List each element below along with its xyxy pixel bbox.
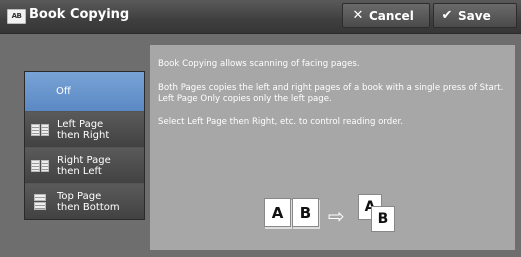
book-top-bottom-icon [34,193,46,210]
save-button[interactable]: ✔ Save [433,3,517,28]
option-off-label: Off [56,86,71,97]
title-bar: AB Book Copying ✕ Cancel ✔ Save [0,0,521,34]
page-title: Book Copying [29,7,130,22]
description-text: Select Left Page then Right, etc. to con… [158,117,404,127]
option-list: Off Left Page then Right Right Page then… [24,71,145,220]
book-left-right-icon [31,123,49,136]
cancel-label: Cancel [369,8,414,23]
description-text: Book Copying allows scanning of facing p… [158,59,360,69]
option-label-line: Right Page [57,154,111,166]
option-label-line: then Left [57,165,102,177]
checkmark-icon: ✔ [441,8,453,23]
output-page-b: B [371,206,395,232]
option-left-then-right[interactable]: Left Page then Right [25,111,144,147]
option-label-line: then Right [57,129,110,141]
cancel-button[interactable]: ✕ Cancel [342,3,430,28]
option-label-line: then Bottom [57,201,120,213]
arrow-right-icon: ⇨ [328,204,345,228]
option-label-line: Left Page [57,118,104,130]
option-label-line: Top Page [57,190,102,202]
description-text: Both Pages copies the left and right pag… [158,83,504,104]
option-right-then-left[interactable]: Right Page then Left [25,147,144,183]
x-icon: ✕ [352,8,364,23]
book-page-right: B [292,198,319,227]
option-off[interactable]: Off [25,72,144,111]
open-book-illustration: A B [264,198,321,232]
book-copying-icon: AB [7,9,26,24]
book-page-left: A [264,198,291,227]
book-right-left-icon [31,159,49,172]
save-label: Save [458,8,491,23]
option-top-then-bottom[interactable]: Top Page then Bottom [25,183,144,219]
